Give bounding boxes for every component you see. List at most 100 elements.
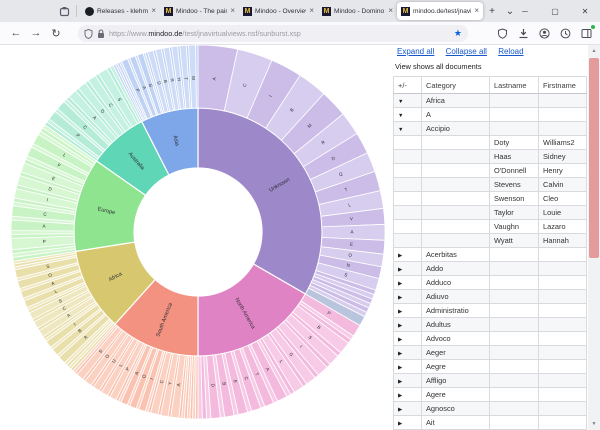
account-icon[interactable] <box>537 26 552 41</box>
cell-firstname <box>538 261 587 276</box>
firefox-view-icon[interactable] <box>56 3 72 19</box>
table-row[interactable]: ▶ Aeger <box>393 345 587 360</box>
tab-close-icon[interactable]: × <box>388 7 393 15</box>
table-row[interactable]: Swenson Cleo <box>393 191 587 206</box>
table-row[interactable]: ▶ Agere <box>393 387 587 402</box>
tab-close-icon[interactable]: × <box>474 7 479 15</box>
cell-category: A <box>421 107 490 122</box>
history-icon[interactable] <box>558 26 573 41</box>
expand-arrow-icon[interactable]: ▶ <box>398 295 402 301</box>
maximize-button[interactable]: ▢ <box>540 0 570 22</box>
cell-category: Addo <box>421 261 490 276</box>
cell-lastname <box>489 121 539 136</box>
cell-firstname: Sidney <box>538 149 587 164</box>
collapse-arrow-icon[interactable]: ▼ <box>398 113 403 119</box>
vertical-scrollbar[interactable]: ▲ ▼ <box>588 45 600 430</box>
view-panel: Expand all Collapse all Reload View show… <box>392 45 588 430</box>
cell-firstname: Williams2 <box>538 135 587 150</box>
table-row[interactable]: ▼ Accipio <box>393 121 587 136</box>
tab-title: mindoo.de/test/jnavirtualvi <box>413 7 472 15</box>
downloads-icon[interactable] <box>516 26 531 41</box>
cell-category <box>421 149 490 164</box>
sidebar-icon[interactable] <box>579 25 595 41</box>
table-row[interactable]: ▶ Adiuvo <box>393 289 587 304</box>
cell-lastname <box>489 401 539 416</box>
sunburst-chart[interactable]: ACIBMRDQTLVAEONSUnknownPBSIGLATCEBDNorth… <box>6 40 390 424</box>
table-row[interactable]: ▼ Africa <box>393 93 587 108</box>
cell-firstname <box>538 401 587 416</box>
tab-sunburst-active[interactable]: M mindoo.de/test/jnavirtualvi × <box>397 2 483 20</box>
sunburst-slice[interactable] <box>195 44 199 109</box>
tracking-shield-icon[interactable] <box>84 28 93 39</box>
cell-category: Adiuvo <box>421 289 490 304</box>
cell-category <box>421 177 490 192</box>
new-tab-button[interactable]: + <box>483 2 501 20</box>
expand-arrow-icon[interactable]: ▶ <box>398 365 402 371</box>
table-row[interactable]: Haas Sidney <box>393 149 587 164</box>
slice-letter-label: E <box>350 242 353 247</box>
table-row[interactable]: Taylor Louie <box>393 205 587 220</box>
table-row[interactable]: ▶ Administratio <box>393 303 587 318</box>
cell-firstname <box>538 93 587 108</box>
expand-arrow-icon[interactable]: ▶ <box>398 407 402 413</box>
expand-arrow-icon[interactable]: ▶ <box>398 379 402 385</box>
table-row[interactable]: ▶ Adduco <box>393 275 587 290</box>
scroll-up-button[interactable]: ▲ <box>588 45 600 57</box>
table-row[interactable]: ▶ Advoco <box>393 331 587 346</box>
tab-github-releases[interactable]: Releases - klehmann/domin × <box>81 2 160 20</box>
table-row[interactable]: ▶ Adultus <box>393 317 587 332</box>
expand-arrow-icon[interactable]: ▶ <box>398 351 402 357</box>
cell-firstname: Cleo <box>538 191 587 206</box>
protections-icon[interactable] <box>495 26 510 41</box>
table-row[interactable]: ▶ Ait <box>393 415 587 430</box>
cell-category: Adultus <box>421 317 490 332</box>
tab-mindoo-pain[interactable]: M Mindoo - The pain of readi × <box>160 2 239 20</box>
close-button[interactable]: ✕ <box>570 0 600 22</box>
tab-mindoo-overview[interactable]: M Mindoo - Overview of Dom × <box>239 2 318 20</box>
expand-all-link[interactable]: Expand all <box>397 47 434 56</box>
cell-firstname <box>538 121 587 136</box>
vertical-scrollbar-thumb[interactable] <box>589 58 599 258</box>
expand-arrow-icon[interactable]: ▶ <box>398 267 402 273</box>
expand-arrow-icon[interactable]: ▶ <box>398 281 402 287</box>
tab-close-icon[interactable]: × <box>151 7 156 15</box>
cell-firstname <box>538 331 587 346</box>
expand-arrow-icon[interactable]: ▶ <box>398 393 402 399</box>
window-controls: ─ ▢ ✕ <box>510 0 600 22</box>
expand-arrow-icon[interactable]: ▶ <box>398 253 402 259</box>
table-row[interactable]: O'Donnell Henry <box>393 163 587 178</box>
table-row[interactable]: ▶ Affligo <box>393 373 587 388</box>
table-row[interactable]: ▶ Aegre <box>393 359 587 374</box>
table-row[interactable]: Stevens Calvin <box>393 177 587 192</box>
notification-dot <box>591 25 595 29</box>
table-row[interactable]: Vaughn Lazaro <box>393 219 587 234</box>
expand-arrow-icon[interactable]: ▶ <box>398 337 402 343</box>
tab-close-icon[interactable]: × <box>230 7 235 15</box>
table-row[interactable]: Wyatt Hannah <box>393 233 587 248</box>
table-row[interactable]: ▶ Acerbitas <box>393 247 587 262</box>
table-row[interactable]: ▼ A <box>393 107 587 122</box>
table-row[interactable]: ▶ Addo <box>393 261 587 276</box>
bookmark-star-icon[interactable]: ★ <box>454 29 462 38</box>
expand-arrow-icon[interactable]: ▶ <box>398 309 402 315</box>
expand-arrow-icon[interactable]: ▶ <box>398 323 402 329</box>
scroll-down-button[interactable]: ▼ <box>588 418 600 430</box>
minimize-button[interactable]: ─ <box>510 0 540 22</box>
col-header-category: Category <box>421 76 490 94</box>
cell-category <box>421 219 490 234</box>
collapse-arrow-icon[interactable]: ▼ <box>398 127 403 133</box>
view-table-body: ▼ Africa ▼ A ▼ Accipio Doty Williams2 Haas Sidney… <box>393 93 587 430</box>
cell-category <box>421 205 490 220</box>
expand-arrow-icon[interactable]: ▶ <box>398 421 402 427</box>
cell-lastname: Swenson <box>489 191 539 206</box>
tab-close-icon[interactable]: × <box>309 7 314 15</box>
table-row[interactable]: Doty Williams2 <box>393 135 587 150</box>
tab-mindoo-jna[interactable]: M Mindoo - Domino JNA Virtu × <box>318 2 397 20</box>
cell-firstname <box>538 303 587 318</box>
slice-letter-label: V <box>350 216 353 221</box>
collapse-arrow-icon[interactable]: ▼ <box>398 99 403 105</box>
collapse-all-link[interactable]: Collapse all <box>446 47 487 56</box>
reload-link[interactable]: Reload <box>498 47 523 56</box>
lock-icon[interactable] <box>97 28 105 39</box>
table-row[interactable]: ▶ Agnosco <box>393 401 587 416</box>
